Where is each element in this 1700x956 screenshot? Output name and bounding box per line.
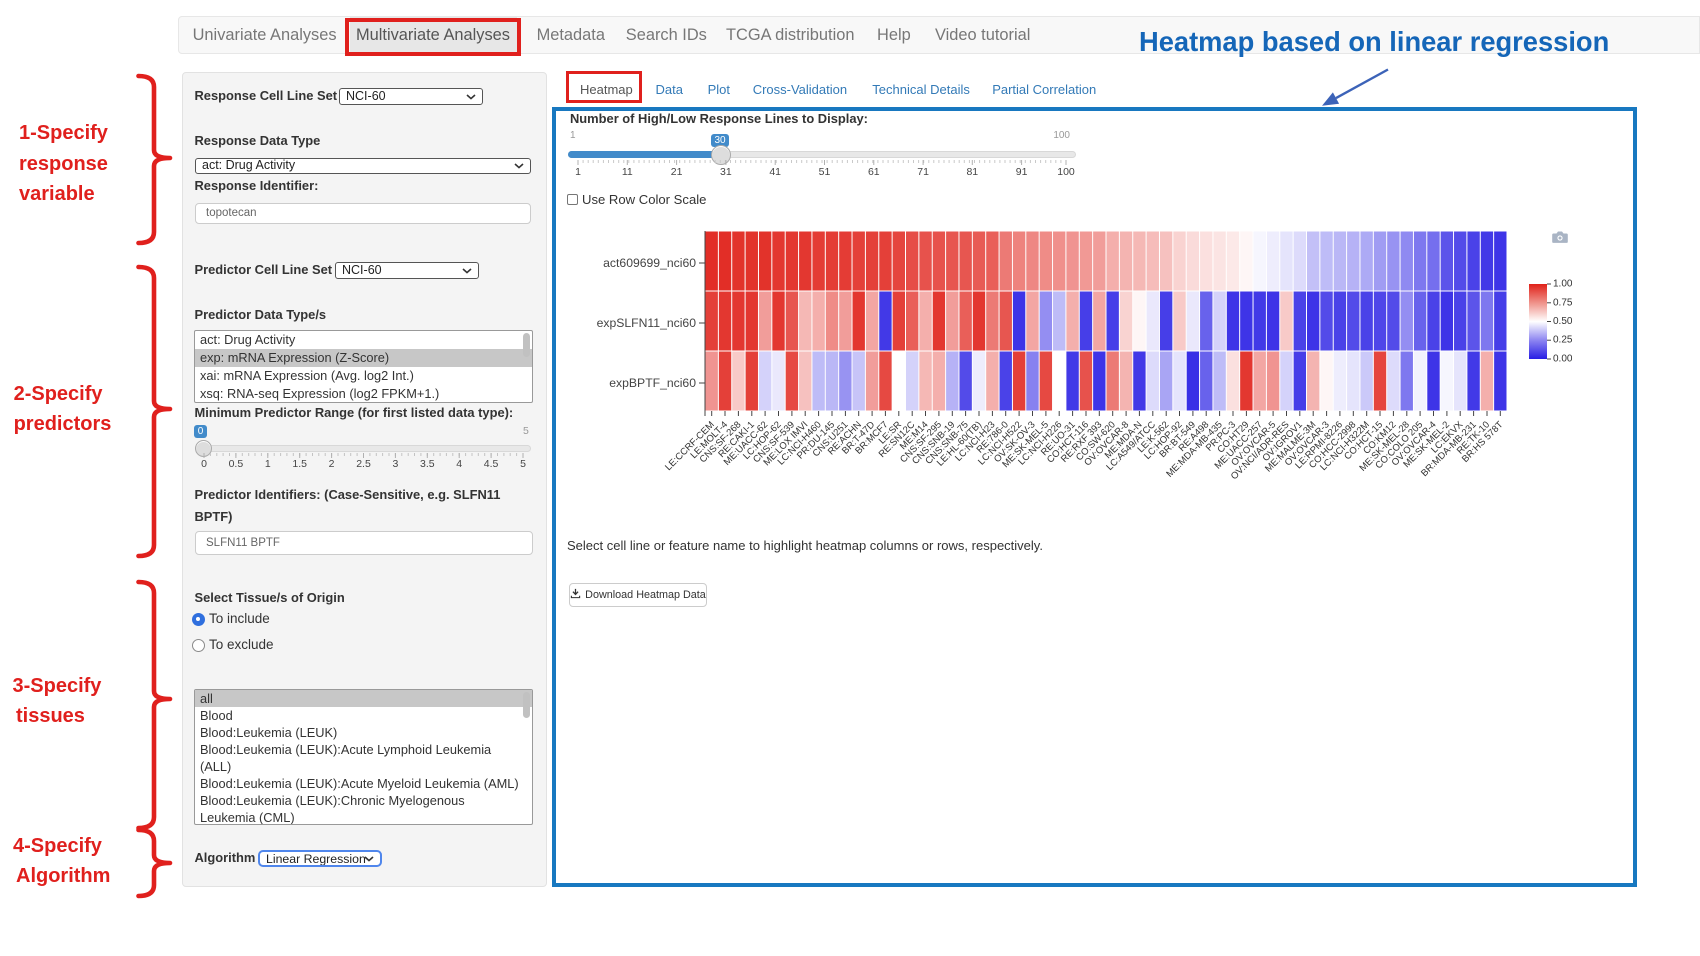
svg-text:1.00: 1.00 <box>1553 279 1573 290</box>
svg-text:0.50: 0.50 <box>1553 316 1573 327</box>
svg-text:act609699_nci60: act609699_nci60 <box>603 256 696 270</box>
svg-text:0.25: 0.25 <box>1553 335 1573 346</box>
svg-text:expBPTF_nci60: expBPTF_nci60 <box>609 376 696 390</box>
svg-text:expSLFN11_nci60: expSLFN11_nci60 <box>597 316 697 330</box>
svg-text:0.75: 0.75 <box>1553 297 1573 308</box>
svg-text:0.00: 0.00 <box>1553 354 1573 365</box>
